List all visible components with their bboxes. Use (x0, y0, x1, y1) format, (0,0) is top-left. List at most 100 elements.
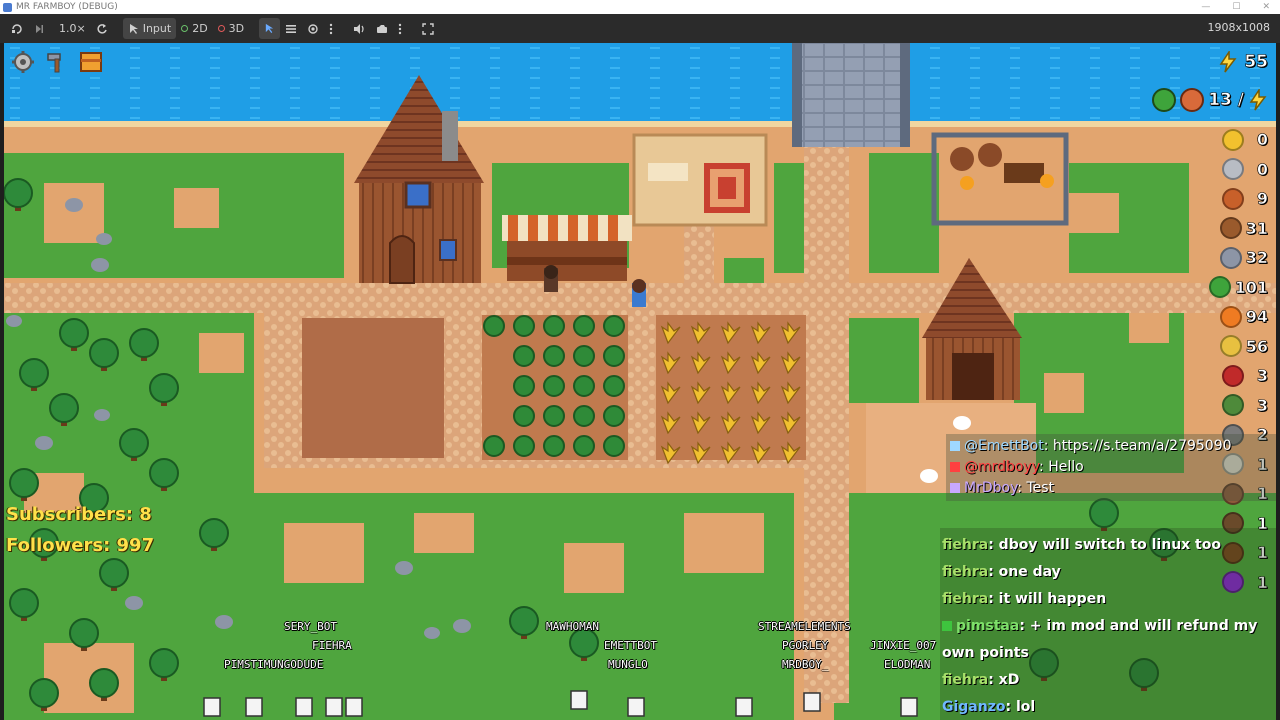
resolution-readout: 1908x1008 (1207, 21, 1271, 34)
resource-value: 3 (1256, 366, 1269, 386)
kebab-icon (329, 23, 333, 34)
minimize-button[interactable]: — (1201, 2, 1210, 12)
camera-button[interactable] (371, 18, 393, 39)
tree (149, 458, 179, 488)
viewer-avatar (345, 697, 363, 717)
settings-button[interactable] (10, 49, 36, 75)
viewer-name: MRDBOY_ (782, 658, 829, 671)
time-scale-button[interactable]: 1.0× (54, 18, 91, 39)
select-arrow-icon (265, 23, 274, 34)
chat-message: Giganzo: lol (942, 694, 1274, 720)
visibility-button[interactable] (302, 18, 324, 39)
cabbage-plant (543, 405, 565, 427)
resource-row: 101 (1208, 273, 1268, 303)
inventory-button[interactable] (78, 49, 104, 75)
cabbage-plant (513, 345, 535, 367)
gear-icon (12, 51, 34, 73)
tree (9, 468, 39, 498)
wheat-icon (1219, 335, 1242, 358)
stone-bridge (792, 43, 910, 147)
maximize-button[interactable]: ☐ (1232, 2, 1240, 12)
resource-value: 31 (1245, 218, 1268, 238)
chat-highlight-panel: @EmettBot: https://s.team/a/2795090 @mrdb… (946, 434, 1276, 501)
meat-icon (1222, 364, 1244, 387)
chat-username: @EmettBot (964, 438, 1044, 454)
cabbage-icon (1208, 276, 1231, 299)
fullscreen-button[interactable] (417, 18, 439, 39)
chat-text: : Test (1017, 480, 1055, 496)
viewer-name: FIEHRA (312, 639, 352, 652)
speaker-icon (354, 23, 364, 34)
tree (59, 318, 89, 348)
river (4, 43, 1276, 125)
energy-display: 55 (1218, 51, 1268, 73)
tree (569, 628, 599, 658)
reset-time-button[interactable] (91, 18, 113, 39)
resource-row: 0 (1209, 125, 1268, 155)
resource-row: 32 (1209, 243, 1268, 273)
cabbage-plant (573, 375, 595, 397)
reset-icon (97, 23, 107, 34)
stone-icon (1219, 246, 1242, 269)
cursor-icon (129, 23, 138, 34)
close-button[interactable]: ✕ (1262, 2, 1270, 12)
population-display: 13 / (1152, 88, 1268, 112)
chat-username: @mrdboyy (964, 459, 1040, 475)
select-tool-button[interactable] (259, 18, 281, 39)
input-mode-button[interactable]: Input (122, 18, 177, 39)
chat-text: : lol (1005, 699, 1036, 715)
chat-message: fiehra: xD (942, 667, 1274, 694)
list-icon (286, 24, 297, 33)
tree (89, 338, 119, 368)
villager-face-icon (1152, 88, 1177, 112)
chat-message: fiehra: it will happen (942, 586, 1274, 613)
silver-coin-icon (1222, 158, 1244, 181)
resource-value: 56 (1245, 336, 1268, 356)
pause-icon (12, 23, 22, 34)
tree (1089, 498, 1119, 528)
3d-icon (217, 25, 225, 32)
more-options-button[interactable] (324, 18, 338, 39)
tree (199, 518, 229, 548)
chat-username: Giganzo (942, 699, 1006, 715)
cabbage-plant (603, 315, 625, 337)
chat-message: fiehra: dboy will switch to linux too (942, 532, 1274, 559)
viewer-name: MAWHOMAN (546, 620, 599, 633)
tree (19, 358, 49, 388)
chat-username: MrDboy (964, 480, 1018, 496)
resource-value: 0 (1256, 159, 1269, 179)
audio-button[interactable] (348, 18, 371, 39)
followers-count: Followers: 997 (6, 535, 155, 556)
tree (29, 678, 59, 708)
list-tool-button[interactable] (280, 18, 302, 39)
resource-row: 3 (1209, 391, 1268, 421)
mode-2d-button[interactable]: 2D (176, 18, 212, 39)
tree (4, 178, 33, 208)
cookie-icon (1180, 88, 1205, 112)
viewer-avatar (627, 697, 645, 717)
hammer-icon (47, 53, 61, 73)
resource-row: 0 (1209, 155, 1268, 185)
user-badge-icon (950, 441, 960, 451)
build-button[interactable] (44, 49, 70, 75)
cabbage-plant (483, 315, 505, 337)
workshop-tent (632, 133, 768, 227)
chat-panel: fiehra: dboy will switch to linux too fie… (940, 528, 1276, 720)
viewer-avatar (803, 692, 821, 712)
stream-stats: Subscribers: 8 Followers: 997 (6, 499, 154, 561)
chat-username: pimstaa (956, 618, 1020, 634)
camera-options-button[interactable] (393, 18, 407, 39)
cabbage-plant (603, 375, 625, 397)
game-viewport[interactable]: 55 13 / 0 0 9 31 32 101 94 56 3 3 2 1 1 1 1 1 Subscribe… (4, 43, 1276, 720)
lightning-icon (1249, 89, 1267, 111)
mode-2d-label: 2D (192, 22, 208, 35)
window-title: MR FARMBOY (DEBUG) (16, 2, 118, 12)
tree (509, 606, 539, 636)
expand-icon (422, 22, 434, 35)
mode-3d-button[interactable]: 3D (213, 18, 249, 39)
step-frame-button[interactable] (28, 18, 50, 39)
pause-button[interactable] (6, 18, 28, 39)
resource-row: 31 (1209, 214, 1268, 244)
resource-row: 3 (1209, 361, 1268, 391)
resource-value: 101 (1234, 277, 1268, 297)
